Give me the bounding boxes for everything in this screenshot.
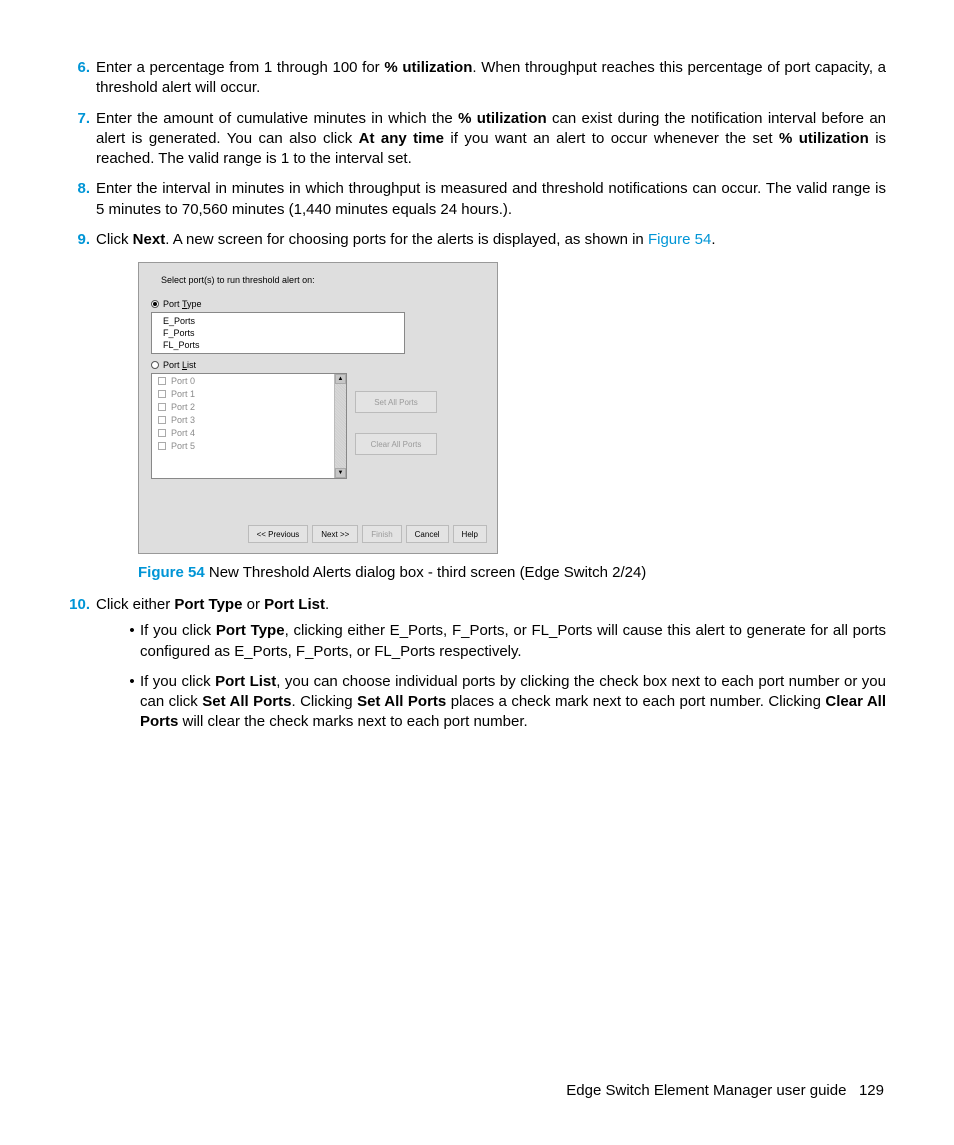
- scrollbar[interactable]: ▲ ▼: [334, 374, 346, 478]
- list-item[interactable]: Port 1: [152, 387, 334, 400]
- bold-text: % utilization: [384, 59, 472, 76]
- text: . A new screen for choosing ports for th…: [165, 231, 648, 248]
- finish-button[interactable]: Finish: [362, 525, 401, 543]
- text: . Clicking: [291, 693, 357, 710]
- radio-empty-icon: [151, 361, 159, 369]
- scroll-down-icon[interactable]: ▼: [335, 468, 346, 478]
- text: or: [242, 596, 264, 613]
- step-8: 8. Enter the interval in minutes in whic…: [68, 179, 886, 220]
- port-list-box: Port 0 Port 1 Port 2 Port 3 Port 4 Port …: [151, 373, 347, 479]
- list-item[interactable]: Port 5: [152, 439, 334, 452]
- sub-body: If you click Port Type, clicking either …: [140, 621, 886, 662]
- step-number: 9.: [68, 230, 96, 250]
- figure-text: New Threshold Alerts dialog box - third …: [205, 564, 647, 581]
- radio-label: Port List: [163, 360, 196, 370]
- step-7: 7. Enter the amount of cumulative minute…: [68, 109, 886, 170]
- text: if you want an alert to occur whenever t…: [444, 130, 779, 147]
- port-list-radio[interactable]: Port List: [151, 360, 487, 370]
- clear-all-ports-button[interactable]: Clear All Ports: [355, 433, 437, 455]
- text: places a check mark next to each port nu…: [446, 693, 825, 710]
- text: will clear the check marks next to each …: [178, 713, 527, 730]
- step-body: Click either Port Type or Port List. • I…: [96, 595, 886, 743]
- step-9: 9. Click Next. A new screen for choosing…: [68, 230, 886, 250]
- bold-text: Port Type: [174, 596, 242, 613]
- next-button[interactable]: Next >>: [312, 525, 358, 543]
- dialog-instruction: Select port(s) to run threshold alert on…: [161, 275, 487, 285]
- figure-caption: Figure 54 New Threshold Alerts dialog bo…: [138, 564, 886, 581]
- bold-text: Set All Ports: [357, 693, 446, 710]
- cancel-button[interactable]: Cancel: [406, 525, 449, 543]
- step-6: 6. Enter a percentage from 1 through 100…: [68, 58, 886, 99]
- step-number: 10.: [68, 595, 96, 743]
- option-label: F_Ports: [163, 328, 195, 338]
- step-body: Enter the interval in minutes in which t…: [96, 179, 886, 220]
- page-footer: Edge Switch Element Manager user guide 1…: [566, 1082, 884, 1099]
- checkbox-icon: [158, 442, 166, 450]
- checkbox-icon: [158, 416, 166, 424]
- sub-bullet-a: • If you click Port Type, clicking eithe…: [124, 621, 886, 662]
- checkbox-icon: [158, 390, 166, 398]
- checkbox-icon: [158, 429, 166, 437]
- text: Enter the amount of cumulative minutes i…: [96, 110, 458, 127]
- option-label: E_Ports: [163, 316, 195, 326]
- bold-text: % utilization: [779, 130, 869, 147]
- text: Enter the interval in minutes in which t…: [96, 180, 886, 217]
- port-type-radio[interactable]: Port Type: [151, 299, 487, 309]
- text: .: [325, 596, 329, 613]
- help-button[interactable]: Help: [453, 525, 487, 543]
- bold-text: Port List: [264, 596, 325, 613]
- figure-link[interactable]: Figure 54: [648, 231, 711, 248]
- bold-text: At any time: [359, 130, 444, 147]
- bold-text: Set All Ports: [202, 693, 291, 710]
- bullet-icon: •: [124, 672, 140, 733]
- text: Enter a percentage from 1 through 100 fo…: [96, 59, 384, 76]
- option-label: FL_Ports: [163, 340, 200, 350]
- bold-text: Next: [133, 231, 166, 248]
- set-all-ports-button[interactable]: Set All Ports: [355, 391, 437, 413]
- bold-text: Port Type: [216, 622, 285, 639]
- step-number: 6.: [68, 58, 96, 99]
- step-10: 10. Click either Port Type or Port List.…: [68, 595, 886, 743]
- step-number: 8.: [68, 179, 96, 220]
- previous-button[interactable]: << Previous: [248, 525, 309, 543]
- footer-text: Edge Switch Element Manager user guide: [566, 1082, 846, 1099]
- step-body: Enter a percentage from 1 through 100 fo…: [96, 58, 886, 99]
- sub-body: If you click Port List, you can choose i…: [140, 672, 886, 733]
- option-fl-ports[interactable]: FL_Ports: [152, 339, 404, 351]
- scroll-up-icon[interactable]: ▲: [335, 374, 346, 384]
- list-item[interactable]: Port 0: [152, 374, 334, 387]
- radio-selected-icon: [151, 300, 159, 308]
- page-number: 129: [859, 1082, 884, 1099]
- text: Click: [96, 231, 133, 248]
- bold-text: % utilization: [458, 110, 547, 127]
- text: Click either: [96, 596, 174, 613]
- checkbox-icon: [158, 377, 166, 385]
- list-item[interactable]: Port 2: [152, 400, 334, 413]
- scroll-track[interactable]: [335, 384, 346, 468]
- option-e-ports[interactable]: E_Ports: [152, 315, 404, 327]
- port-label: Port 3: [171, 415, 195, 425]
- port-type-options-box: E_Ports F_Ports FL_Ports: [151, 312, 405, 354]
- step-body: Click Next. A new screen for choosing po…: [96, 230, 886, 250]
- text: .: [711, 231, 715, 248]
- option-f-ports[interactable]: F_Ports: [152, 327, 404, 339]
- figure-label: Figure 54: [138, 564, 205, 581]
- port-label: Port 4: [171, 428, 195, 438]
- port-label: Port 2: [171, 402, 195, 412]
- radio-label: Port Type: [163, 299, 202, 309]
- step-body: Enter the amount of cumulative minutes i…: [96, 109, 886, 170]
- threshold-alerts-dialog: Select port(s) to run threshold alert on…: [138, 262, 498, 554]
- list-item[interactable]: Port 3: [152, 413, 334, 426]
- bullet-icon: •: [124, 621, 140, 662]
- checkbox-icon: [158, 403, 166, 411]
- step-number: 7.: [68, 109, 96, 170]
- port-label: Port 0: [171, 376, 195, 386]
- port-label: Port 1: [171, 389, 195, 399]
- sub-bullet-b: • If you click Port List, you can choose…: [124, 672, 886, 733]
- port-label: Port 5: [171, 441, 195, 451]
- text: If you click: [140, 622, 216, 639]
- text: If you click: [140, 673, 215, 690]
- bold-text: Port List: [215, 673, 276, 690]
- list-item[interactable]: Port 4: [152, 426, 334, 439]
